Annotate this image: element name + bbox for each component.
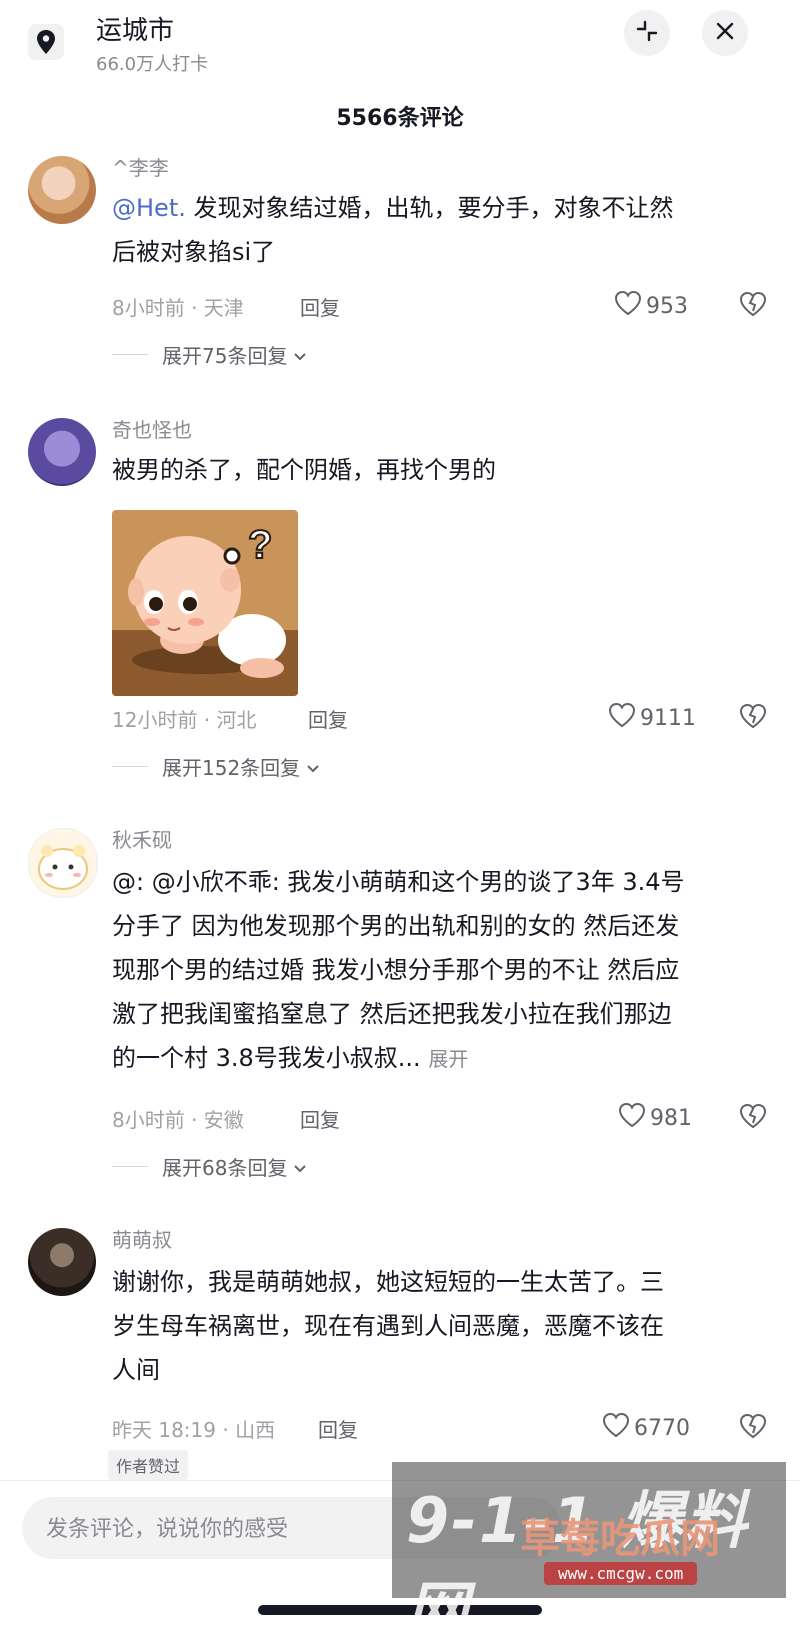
avatar[interactable] — [28, 1228, 96, 1296]
divider — [112, 766, 148, 767]
location-title[interactable]: 运城市 — [96, 10, 174, 47]
like-button[interactable]: 6770 — [602, 1412, 690, 1444]
chevron-down-icon — [293, 1155, 307, 1179]
comment-text-line: 人间 — [112, 1356, 160, 1384]
baby-sticker-image[interactable]: ? — [112, 510, 298, 696]
reply-button[interactable]: 回复 — [300, 292, 340, 321]
comment-meta: 昨天 18:19 · 山西 — [112, 1418, 276, 1442]
like-count: 9111 — [640, 705, 696, 731]
minimize-button[interactable] — [624, 10, 670, 56]
expand-replies-button[interactable]: 展开75条回复 — [112, 340, 307, 369]
author-liked-badge: 作者赞过 — [108, 1450, 189, 1480]
expand-replies-button[interactable]: 展开68条回复 — [112, 1152, 307, 1181]
watermark-url: www.cmcgw.com — [544, 1562, 698, 1585]
comment-text-line: 被男的杀了，配个阴婚，再找个男的 — [112, 456, 496, 484]
divider — [112, 354, 148, 355]
expand-replies-button[interactable]: 展开152条回复 — [112, 752, 320, 781]
location-pin-icon[interactable] — [28, 24, 64, 60]
comment-text-line: 激了把我闺蜜掐窒息了 然后还把我发小拉在我们那边 — [112, 1000, 672, 1028]
comment-text: 被男的杀了，配个阴婚，再找个男的 — [112, 448, 752, 492]
svg-text:?: ? — [248, 523, 272, 567]
comment-meta: 12小时前 · 河北 — [112, 708, 257, 732]
comment-text: @Het. 发现对象结过婚，出轨，要分手，对象不让然 后被对象掐si了 — [112, 186, 752, 274]
heart-icon — [608, 702, 636, 734]
broken-heart-icon — [738, 703, 768, 734]
dislike-button[interactable] — [738, 702, 768, 732]
comments-count: 5566条评论 — [336, 106, 464, 131]
reply-button[interactable]: 回复 — [300, 1104, 340, 1133]
like-button[interactable]: 953 — [614, 290, 688, 322]
comment-text-line: 的一个村 3.8号我发小叔叔... — [112, 1044, 421, 1072]
comment-text-line: 现那个男的结过婚 我发小想分手那个男的不让 然后应 — [112, 956, 680, 984]
comment-text: 谢谢你，我是萌萌她叔，她这短短的一生太苦了。三 岁生母车祸离世，现在有遇到人间恶… — [112, 1260, 752, 1392]
broken-heart-icon — [738, 1103, 768, 1134]
heart-icon — [614, 290, 642, 322]
expand-label: 展开152条回复 — [162, 756, 301, 780]
broken-heart-icon — [738, 1413, 768, 1444]
username[interactable]: 萌萌叔 — [112, 1224, 172, 1253]
comment-meta: 8小时前 · 安徽 — [112, 1108, 244, 1132]
like-count: 981 — [650, 1105, 692, 1131]
comment-text: @: @小欣不乖: 我发小萌萌和这个男的谈了3年 3.4号 分手了 因为他发现那… — [112, 860, 752, 1081]
reply-button[interactable]: 回复 — [308, 704, 348, 733]
collapse-arrows-icon — [635, 19, 659, 47]
comment-text-line: 岁生母车祸离世，现在有遇到人间恶魔，恶魔不该在 — [112, 1312, 664, 1340]
username[interactable]: 奇也怪也 — [112, 414, 192, 443]
like-count: 953 — [646, 293, 688, 319]
dislike-button[interactable] — [738, 1102, 768, 1132]
dislike-button[interactable] — [738, 290, 768, 320]
like-button[interactable]: 9111 — [608, 702, 696, 734]
comment-text-line: 分手了 因为他发现那个男的出轨和别的女的 然后还发 — [112, 912, 680, 940]
comment-meta: 8小时前 · 天津 — [112, 296, 244, 320]
reply-button[interactable]: 回复 — [318, 1414, 358, 1443]
divider — [112, 1166, 148, 1167]
header: 运城市 66.0万人打卡 5566条评论 — [0, 0, 800, 150]
username[interactable]: ^李李 — [112, 152, 169, 181]
like-count: 6770 — [634, 1415, 690, 1441]
comment-text-line: 谢谢你，我是萌萌她叔，她这短短的一生太苦了。三 — [112, 1268, 664, 1296]
show-more-link[interactable]: 展开 — [428, 1047, 468, 1071]
comment-text-line: 发现对象结过婚，出轨，要分手，对象不让然 — [193, 194, 674, 222]
watermark-overlay: 9-1-1 爆料网 草莓吃瓜网 www.cmcgw.com — [392, 1462, 786, 1647]
expand-label: 展开75条回复 — [162, 344, 288, 368]
chevron-down-icon — [306, 755, 320, 779]
heart-icon — [618, 1102, 646, 1134]
dislike-button[interactable] — [738, 1412, 768, 1442]
broken-heart-icon — [738, 291, 768, 322]
heart-icon — [602, 1412, 630, 1444]
chevron-down-icon — [293, 343, 307, 367]
location-checkins: 66.0万人打卡 — [96, 54, 209, 75]
comment-text-line: 后被对象掐si了 — [112, 238, 276, 266]
close-button[interactable] — [702, 10, 748, 56]
comment-text-line: @: @小欣不乖: 我发小萌萌和这个男的谈了3年 3.4号 — [112, 868, 685, 896]
username[interactable]: 秋禾砚 — [112, 824, 172, 853]
expand-label: 展开68条回复 — [162, 1156, 288, 1180]
watermark-subtitle: 草莓吃瓜网 — [520, 1516, 720, 1562]
close-icon — [714, 20, 736, 46]
mention-link[interactable]: @Het. — [112, 194, 186, 222]
avatar[interactable] — [28, 156, 96, 224]
avatar[interactable] — [28, 828, 98, 898]
avatar[interactable] — [28, 418, 96, 486]
like-button[interactable]: 981 — [618, 1102, 692, 1134]
